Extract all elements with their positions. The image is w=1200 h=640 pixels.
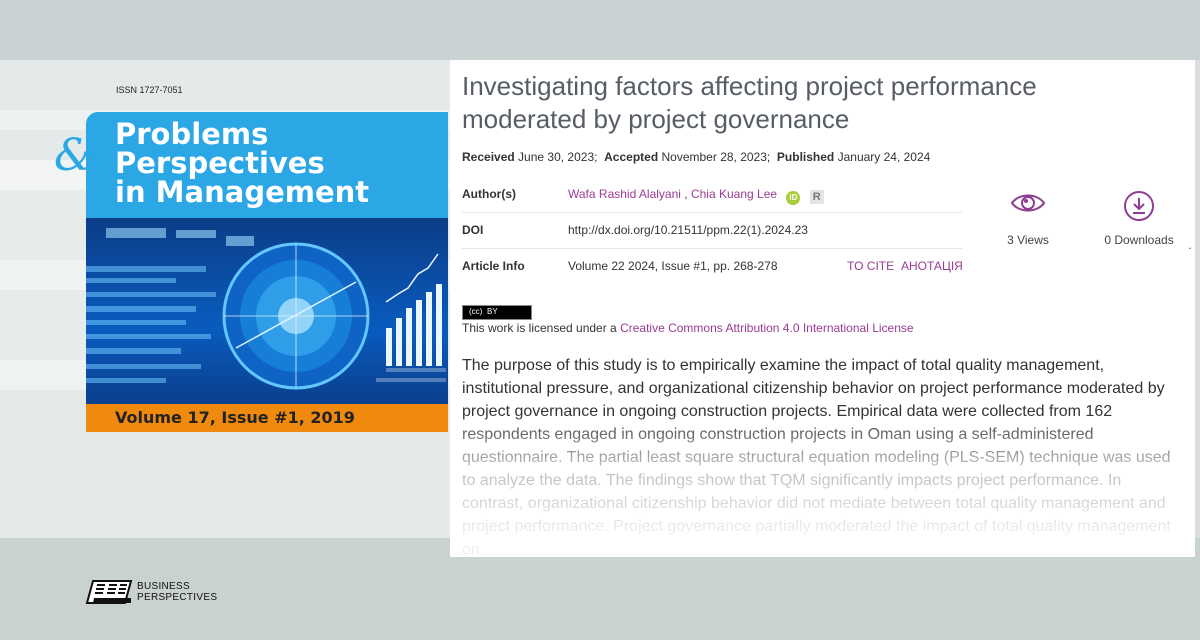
top-band xyxy=(0,0,1200,60)
downloads-count: 0 Downloads xyxy=(1104,233,1174,247)
cc-by-badge[interactable]: (cc) BY xyxy=(462,305,532,320)
annotation-link[interactable]: АНОТАЦІЯ xyxy=(901,259,963,273)
business-perspectives-logo: BUSINESS PERSPECTIVES xyxy=(137,581,217,603)
researcher-id-icon[interactable]: R xyxy=(809,190,824,204)
received-label: Received xyxy=(462,150,515,164)
publisher-name-line-2: PERSPECTIVES xyxy=(137,592,218,603)
accepted-date: November 28, 2023; xyxy=(661,150,771,164)
article-panel: Investigating factors affecting project … xyxy=(450,60,1195,557)
article-info-value: Volume 22 2024, Issue #1, pp. 268-278 xyxy=(568,259,778,273)
license-statement: This work is licensed under a Creative C… xyxy=(462,321,914,335)
authors-row: Author(s) Wafa Rashid Alalyani , Chia Ku… xyxy=(462,176,962,213)
received-date: June 30, 2023; xyxy=(518,150,598,164)
cc-badge-text: (cc) xyxy=(469,307,483,316)
authors-label: Author(s) xyxy=(462,187,516,201)
doi-label: DOI xyxy=(462,223,484,237)
views-count: 3 Views xyxy=(1007,233,1049,247)
license-prefix: This work is licensed under a xyxy=(462,321,621,335)
cover-title-line-1: Problems xyxy=(115,117,269,151)
download-icon[interactable] xyxy=(1123,190,1155,222)
journal-cover[interactable]: Problems Perspectives in Management Volu… xyxy=(86,112,448,432)
doi-link[interactable]: http://dx.doi.org/10.21511/ppm.22(1).202… xyxy=(568,223,808,237)
authors-list: Wafa Rashid Alalyani , Chia Kuang Lee iD… xyxy=(568,187,824,205)
accepted-label: Accepted xyxy=(604,150,659,164)
author-separator: , xyxy=(680,187,691,201)
by-badge-text: BY xyxy=(487,307,498,316)
article-info-label: Article Info xyxy=(462,259,525,273)
article-info-row: Article Info Volume 22 2024, Issue #1, p… xyxy=(462,248,963,284)
orcid-icon[interactable]: iD xyxy=(786,191,801,205)
ampersand-logo: & xyxy=(54,130,94,181)
cover-title-line-2: Perspectives xyxy=(115,146,325,180)
published-date: January 24, 2024 xyxy=(837,150,931,164)
cover-issue-label: Volume 17, Issue #1, 2019 xyxy=(115,408,355,427)
publisher-name-line-1: BUSINESS xyxy=(137,581,190,592)
cover-illustration xyxy=(86,218,448,404)
cover-title-area: Problems Perspectives in Management xyxy=(86,112,448,218)
cover-title: Problems Perspectives in Management xyxy=(115,120,369,207)
eye-icon xyxy=(1010,194,1046,212)
author-link-1[interactable]: Wafa Rashid Alalyani xyxy=(568,187,681,201)
doi-row: DOI http://dx.doi.org/10.21511/ppm.22(1)… xyxy=(462,212,962,249)
cover-title-line-3: in Management xyxy=(115,175,370,209)
to-cite-link[interactable]: TO CITE xyxy=(847,259,894,273)
abstract-text: The purpose of this study is to empirica… xyxy=(462,357,1171,557)
author-link-2[interactable]: Chia Kuang Lee xyxy=(691,187,777,201)
cover-issue-bar: Volume 17, Issue #1, 2019 xyxy=(86,404,448,432)
published-label: Published xyxy=(776,150,835,164)
downloads-stat[interactable]: 0 Downloads xyxy=(1098,190,1180,247)
issn-label: ISSN 1727-7051 xyxy=(116,85,183,95)
views-stat: 3 Views xyxy=(998,190,1058,247)
article-title: Investigating factors affecting project … xyxy=(462,71,1037,134)
trailing-mark: . xyxy=(1188,238,1192,252)
business-perspectives-logo-icon xyxy=(85,579,133,610)
article-dates: Received June 30, 2023; Accepted Novembe… xyxy=(462,150,930,164)
license-link[interactable]: Creative Commons Attribution 4.0 Interna… xyxy=(620,321,914,335)
